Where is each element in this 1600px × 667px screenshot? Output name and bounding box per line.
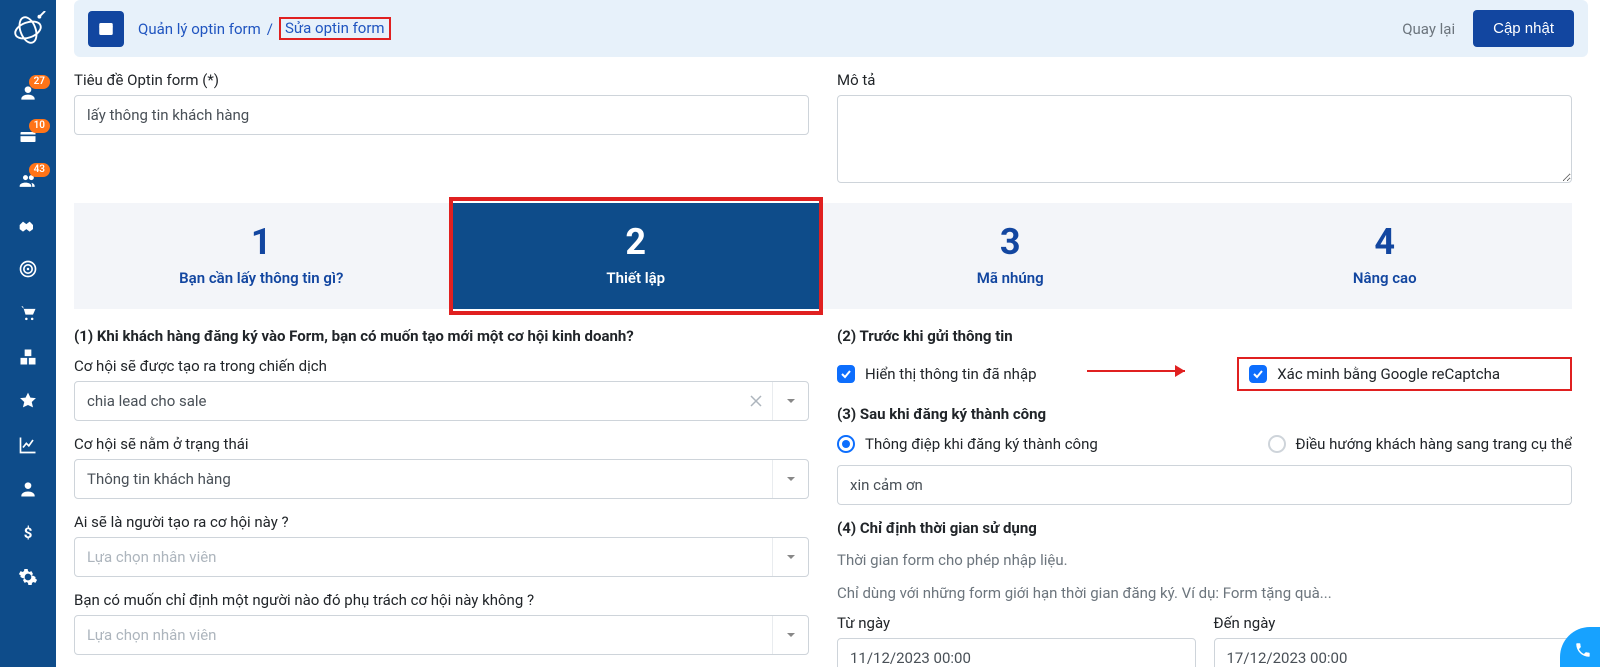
sidebar-item-boxes[interactable] xyxy=(0,338,56,376)
sidebar-item-finance[interactable]: $ xyxy=(0,514,56,552)
title-input[interactable] xyxy=(74,95,809,135)
section-4-heading: (4) Chỉ định thời gian sử dụng xyxy=(837,519,1572,537)
breadcrumb-current: Sửa optin form xyxy=(279,17,391,40)
time-help-2: Chỉ dùng với những form giới hạn thời gi… xyxy=(837,582,1572,605)
creator-select[interactable]: Lựa chọn nhân viên xyxy=(74,537,809,577)
chevron-down-icon[interactable] xyxy=(772,616,808,654)
success-message-input[interactable] xyxy=(837,465,1572,505)
step-label: Mã nhúng xyxy=(831,269,1190,287)
sidebar-item-settings[interactable] xyxy=(0,558,56,596)
success-message-radio-item[interactable]: Thông điệp khi đăng ký thành công xyxy=(837,435,1098,453)
badge: 27 xyxy=(29,75,50,89)
campaign-value: chia lead cho sale xyxy=(87,392,206,410)
header-icon xyxy=(88,11,124,47)
show-info-check-item[interactable]: Hiển thị thông tin đã nhập xyxy=(837,365,1037,383)
show-info-checkbox[interactable] xyxy=(837,365,855,383)
sidebar-item-analytics[interactable] xyxy=(0,426,56,464)
sidebar-item-cards[interactable]: 10 xyxy=(0,118,56,156)
step-number: 3 xyxy=(831,221,1190,263)
success-message-radio-label: Thông điệp khi đăng ký thành công xyxy=(865,435,1098,453)
svg-text:$: $ xyxy=(24,524,33,542)
recaptcha-checkbox[interactable] xyxy=(1249,365,1267,383)
campaign-select[interactable]: chia lead cho sale xyxy=(74,381,809,421)
creator-label: Ai sẽ là người tạo ra cơ hội này ? xyxy=(74,513,809,531)
to-date-label: Đến ngày xyxy=(1214,614,1573,632)
step-label: Nâng cao xyxy=(1206,269,1565,287)
update-button[interactable]: Cập nhật xyxy=(1473,10,1574,47)
breadcrumb: Quản lý optin form / Sửa optin form xyxy=(138,17,391,40)
owner-label: Bạn có muốn chỉ định một người nào đó ph… xyxy=(74,591,809,609)
step-label: Thiết lập xyxy=(457,269,816,287)
sidebar-item-favorites[interactable] xyxy=(0,382,56,420)
creator-placeholder: Lựa chọn nhân viên xyxy=(87,548,216,566)
to-date-input[interactable] xyxy=(1214,638,1573,667)
redirect-radio[interactable] xyxy=(1268,435,1286,453)
title-label: Tiêu đề Optin form (*) xyxy=(74,71,809,89)
step-number: 1 xyxy=(82,221,441,263)
from-date-label: Từ ngày xyxy=(837,614,1196,632)
step-4[interactable]: 4 Nâng cao xyxy=(1198,203,1573,309)
owner-placeholder: Lựa chọn nhân viên xyxy=(87,626,216,644)
chevron-down-icon[interactable] xyxy=(772,382,808,420)
sidebar: 27 10 43 $ xyxy=(0,0,56,667)
show-info-label: Hiển thị thông tin đã nhập xyxy=(865,365,1037,383)
step-number: 4 xyxy=(1206,221,1565,263)
recaptcha-check-item[interactable]: Xác minh bằng Google reCaptcha xyxy=(1237,357,1572,391)
status-select[interactable]: Thông tin khách hàng xyxy=(74,459,809,499)
app-logo xyxy=(8,10,48,50)
main: Quản lý optin form / Sửa optin form Quay… xyxy=(56,0,1600,667)
step-label: Bạn cần lấy thông tin gì? xyxy=(82,269,441,287)
sidebar-item-users[interactable]: 27 xyxy=(0,74,56,112)
status-value: Thông tin khách hàng xyxy=(87,470,231,488)
desc-textarea[interactable] xyxy=(837,95,1572,183)
left-column: (1) Khi khách hàng đăng ký vào Form, bạn… xyxy=(74,327,809,667)
section-2-heading: (2) Trước khi gửi thông tin xyxy=(837,327,1572,345)
breadcrumb-root[interactable]: Quản lý optin form xyxy=(138,20,261,38)
campaign-label: Cơ hội sẽ được tạo ra trong chiến dịch xyxy=(74,357,809,375)
step-number: 2 xyxy=(457,221,816,263)
time-help-1: Thời gian form cho phép nhập liệu. xyxy=(837,549,1572,572)
content-scroll[interactable]: Tiêu đề Optin form (*) Mô tả 1 Bạn cần l… xyxy=(74,71,1588,667)
step-1[interactable]: 1 Bạn cần lấy thông tin gì? xyxy=(74,203,449,309)
sidebar-item-cart[interactable] xyxy=(0,294,56,332)
redirect-radio-label: Điều hướng khách hàng sang trang cụ thể xyxy=(1296,435,1572,453)
right-column: (2) Trước khi gửi thông tin Hiển thị thô… xyxy=(837,327,1572,667)
owner-select[interactable]: Lựa chọn nhân viên xyxy=(74,615,809,655)
desc-label: Mô tả xyxy=(837,71,1572,89)
from-date-input[interactable] xyxy=(837,638,1196,667)
section-1-heading: (1) Khi khách hàng đăng ký vào Form, bạn… xyxy=(74,327,809,345)
back-link[interactable]: Quay lại xyxy=(1402,20,1455,38)
steps-nav: 1 Bạn cần lấy thông tin gì? 2 Thiết lập … xyxy=(74,203,1572,309)
recaptcha-label: Xác minh bằng Google reCaptcha xyxy=(1277,365,1560,383)
badge: 43 xyxy=(29,163,50,177)
badge: 10 xyxy=(29,119,50,133)
redirect-radio-item[interactable]: Điều hướng khách hàng sang trang cụ thể xyxy=(1268,435,1572,453)
chevron-down-icon[interactable] xyxy=(772,460,808,498)
sidebar-item-contacts[interactable]: 43 xyxy=(0,162,56,200)
breadcrumb-sep: / xyxy=(267,20,273,38)
step-3[interactable]: 3 Mã nhúng xyxy=(823,203,1198,309)
page-header: Quản lý optin form / Sửa optin form Quay… xyxy=(74,0,1588,57)
step-2[interactable]: 2 Thiết lập xyxy=(449,203,824,309)
status-label: Cơ hội sẽ nằm ở trạng thái xyxy=(74,435,809,453)
success-message-radio[interactable] xyxy=(837,435,855,453)
chevron-down-icon[interactable] xyxy=(772,538,808,576)
section-3-heading: (3) Sau khi đăng ký thành công xyxy=(837,405,1572,423)
sidebar-item-target[interactable] xyxy=(0,250,56,288)
sidebar-item-handshake[interactable] xyxy=(0,206,56,244)
sidebar-item-user[interactable] xyxy=(0,470,56,508)
clear-icon[interactable] xyxy=(744,382,768,420)
annotation-arrow-icon xyxy=(1087,361,1197,381)
